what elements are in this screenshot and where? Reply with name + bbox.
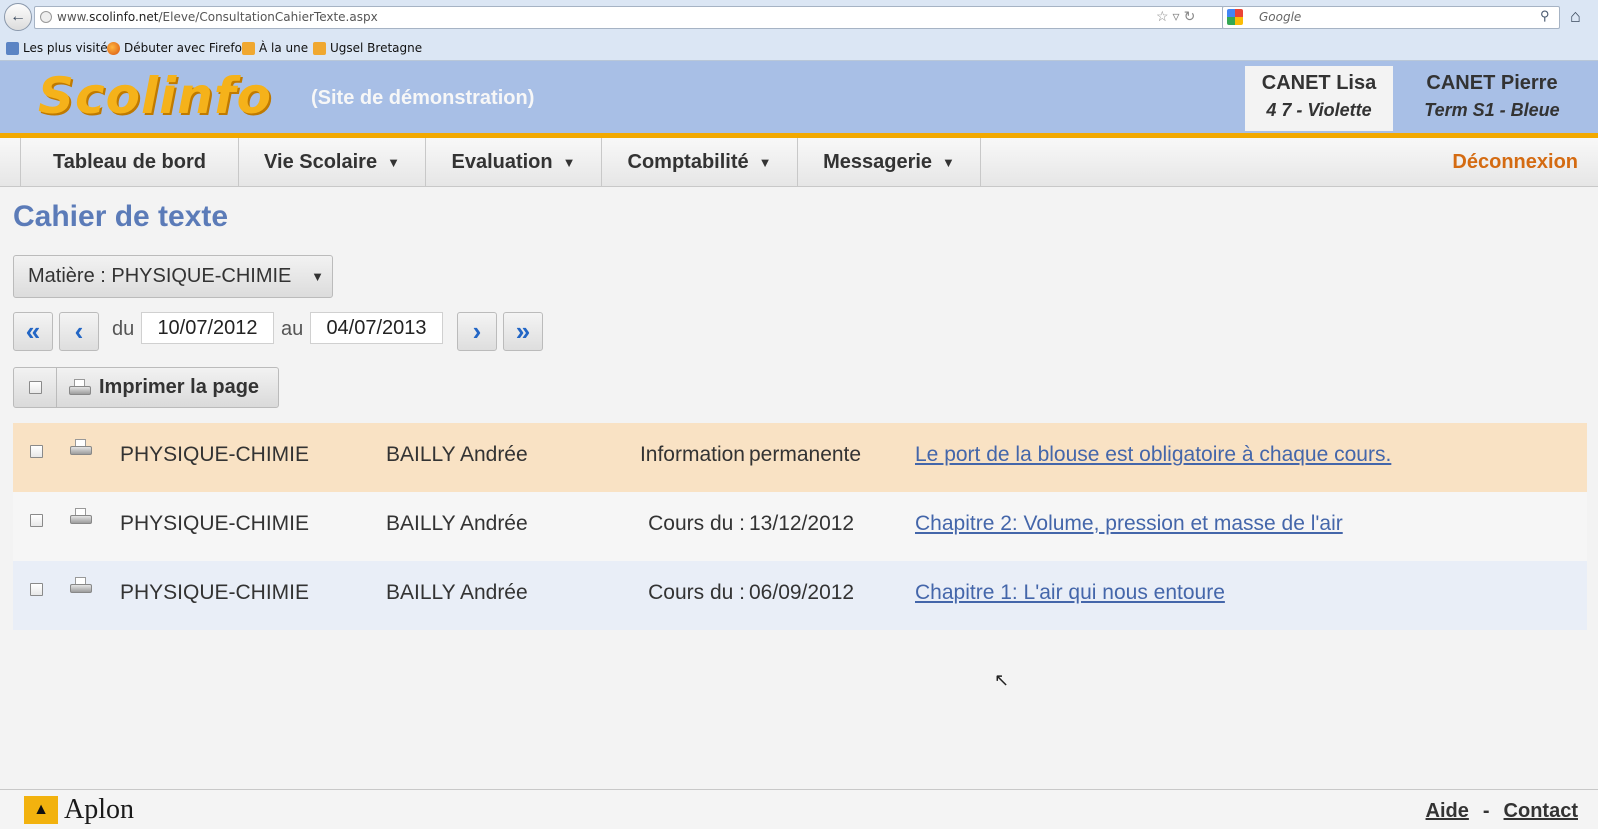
from-label: du xyxy=(112,318,135,340)
nav-dashboard[interactable]: Tableau de bord xyxy=(20,138,239,187)
bookmark-folder-icon xyxy=(6,41,19,55)
entry-date: 13/12/2012 xyxy=(749,512,855,535)
entry-link[interactable]: Chapitre 1: L'air qui nous entoure xyxy=(915,581,1225,605)
entry-label: Cours du : xyxy=(648,512,745,535)
printer-icon[interactable] xyxy=(70,577,92,595)
last-page-button[interactable]: » xyxy=(503,312,543,351)
back-arrow-icon[interactable]: ← xyxy=(4,3,32,31)
to-date-input[interactable]: 04/07/2013 xyxy=(310,312,443,344)
printer-icon xyxy=(69,378,91,397)
bookmark-headlines[interactable]: À la une xyxy=(242,41,308,55)
logout-link[interactable]: Déconnexion xyxy=(1452,151,1578,174)
chevron-left-icon: ‹ xyxy=(74,316,84,346)
triangle-up-icon: ▲ xyxy=(24,796,58,824)
entries-list: PHYSIQUE-CHIMIE BAILLY Andrée Informatio… xyxy=(13,423,1587,630)
chevron-right-icon: › xyxy=(472,316,482,346)
table-row: PHYSIQUE-CHIMIE BAILLY Andrée Informatio… xyxy=(13,423,1587,492)
printer-icon[interactable] xyxy=(70,439,92,457)
caret-down-icon: ▼ xyxy=(311,269,324,284)
firefox-icon xyxy=(107,41,120,55)
select-all-checkbox[interactable] xyxy=(28,381,42,394)
nav-accounting[interactable]: Comptabilité ▼ xyxy=(602,138,798,187)
entry-label: Information xyxy=(639,443,745,466)
entry-link[interactable]: Chapitre 2: Volume, pression et masse de… xyxy=(915,512,1343,536)
entry-teacher: BAILLY Andrée xyxy=(386,581,528,604)
table-row: PHYSIQUE-CHIMIE BAILLY Andrée Cours du :… xyxy=(13,561,1587,630)
printer-icon[interactable] xyxy=(70,508,92,526)
entry-label: Cours du : xyxy=(648,581,745,604)
row-checkbox[interactable] xyxy=(30,445,43,458)
rss-icon xyxy=(313,41,326,55)
nav-evaluation[interactable]: Evaluation ▼ xyxy=(426,138,602,187)
user-card-lisa[interactable]: CANET Lisa 4 7 - Violette xyxy=(1245,66,1393,131)
subject-select[interactable]: Matière : PHYSIQUE-CHIMIE ▼ xyxy=(13,255,333,298)
first-page-button[interactable]: « xyxy=(13,312,53,351)
row-checkbox[interactable] xyxy=(30,583,43,596)
entry-date: 06/09/2012 xyxy=(749,581,855,604)
google-icon[interactable] xyxy=(1227,9,1243,25)
footer-links: Aide - Contact xyxy=(1426,800,1578,823)
globe-icon xyxy=(40,11,52,23)
caret-down-icon: ▼ xyxy=(758,155,772,170)
entry-subject: PHYSIQUE-CHIMIE xyxy=(120,581,310,604)
previous-page-button[interactable]: ‹ xyxy=(59,312,99,351)
rss-icon xyxy=(242,41,255,55)
help-link[interactable]: Aide xyxy=(1426,800,1469,823)
caret-down-icon: ▼ xyxy=(562,155,576,170)
demo-note: (Site de démonstration) xyxy=(311,87,535,109)
nav-school-life[interactable]: Vie Scolaire ▼ xyxy=(239,138,426,187)
double-chevron-right-icon: » xyxy=(515,316,531,346)
entry-link[interactable]: Le port de la blouse est obligatoire à c… xyxy=(915,443,1391,467)
user-card-pierre[interactable]: CANET Pierre Term S1 - Bleue xyxy=(1418,66,1566,131)
nav-messaging[interactable]: Messagerie ▼ xyxy=(798,138,981,187)
double-chevron-left-icon: « xyxy=(25,316,41,346)
page-title: Cahier de texte xyxy=(13,200,229,233)
entry-subject: PHYSIQUE-CHIMIE xyxy=(120,443,310,466)
bookmark-ugsel[interactable]: Ugsel Bretagne xyxy=(313,41,422,55)
url-bar[interactable]: www.scolinfo.net/Eleve/ConsultationCahie… xyxy=(34,6,1224,29)
main-nav: Tableau de bord Vie Scolaire ▼ Evaluation… xyxy=(0,138,1598,187)
search-input[interactable]: Google xyxy=(1222,6,1560,29)
search-icon[interactable]: ⚲ xyxy=(1540,8,1550,24)
scolinfo-logo[interactable]: Scolinfo xyxy=(38,67,272,125)
next-page-button[interactable]: › xyxy=(457,312,497,351)
bookmark-firefox[interactable]: Débuter avec Firefox xyxy=(107,41,249,55)
print-page-button[interactable]: Imprimer la page xyxy=(57,368,278,407)
entry-date: permanente xyxy=(749,443,862,466)
caret-down-icon: ▼ xyxy=(942,155,955,170)
to-label: au xyxy=(281,318,304,340)
from-date-input[interactable]: 10/07/2012 xyxy=(141,312,274,344)
bookmarks-bar: Les plus visités Débuter avec Firefox À … xyxy=(0,36,1598,61)
table-row: PHYSIQUE-CHIMIE BAILLY Andrée Cours du :… xyxy=(13,492,1587,561)
row-checkbox[interactable] xyxy=(30,514,43,527)
caret-down-icon: ▼ xyxy=(387,155,400,170)
bookmark-most-visited[interactable]: Les plus visités xyxy=(6,41,114,55)
mouse-cursor-icon: ↖ xyxy=(994,670,1010,690)
aplon-logo[interactable]: ▲ Aplon xyxy=(24,794,134,826)
home-icon[interactable]: ⌂ xyxy=(1570,6,1581,27)
bookmark-star-icon[interactable]: ☆▿↻ xyxy=(1156,8,1199,25)
contact-link[interactable]: Contact xyxy=(1504,800,1578,823)
entry-teacher: BAILLY Andrée xyxy=(386,443,528,466)
select-all-cell xyxy=(14,368,57,407)
footer xyxy=(0,789,1598,829)
footer-separator: - xyxy=(1482,800,1490,822)
entry-subject: PHYSIQUE-CHIMIE xyxy=(120,512,310,535)
entry-teacher: BAILLY Andrée xyxy=(386,512,528,535)
print-toolbar: Imprimer la page xyxy=(13,367,279,408)
